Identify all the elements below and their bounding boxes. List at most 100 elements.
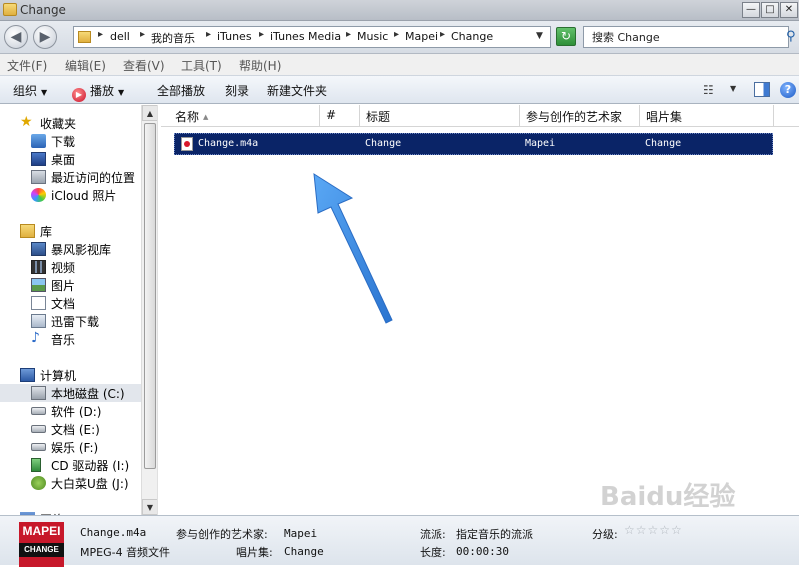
preview-pane-icon[interactable] <box>754 82 770 97</box>
column-name[interactable]: 名称 ▲ <box>161 105 320 127</box>
menu-help[interactable]: 帮助(H) <box>239 57 281 74</box>
back-button[interactable]: ◀ <box>4 25 28 49</box>
usb-drive-icon <box>31 476 46 490</box>
nav-item-drive-j[interactable]: 大白菜U盘 (J:) <box>0 474 141 492</box>
command-bar: 组织 ▼ ▶ 播放 ▼ 全部播放 刻录 新建文件夹 ☷ ▼ ? <box>0 75 799 104</box>
breadcrumb-itunes-media[interactable]: iTunes Media <box>270 30 341 43</box>
nav-item-icloud-photos[interactable]: iCloud 照片 <box>0 186 141 204</box>
chevron-right-icon[interactable]: ▸ <box>140 29 145 40</box>
detail-filetype: MPEG-4 音频文件 <box>80 546 171 559</box>
nav-label: 下载 <box>51 135 76 149</box>
play-all-button[interactable]: 全部播放 <box>157 82 205 99</box>
details-pane: MAPEI CHANGE Change.m4a MPEG-4 音频文件 参与创作… <box>0 515 799 567</box>
nav-label: 计算机 <box>40 369 77 383</box>
search-box[interactable]: ⚲ <box>583 26 796 48</box>
nav-item-xunlei[interactable]: 迅雷下载 <box>0 312 141 330</box>
chevron-right-icon[interactable]: ▸ <box>346 29 351 40</box>
nav-item-music[interactable]: ♪ 音乐 <box>0 330 141 348</box>
nav-computer[interactable]: 计算机 <box>0 366 141 384</box>
nav-scrollbar[interactable]: ▲ ▼ <box>141 105 158 515</box>
scroll-down-button[interactable]: ▼ <box>142 499 158 515</box>
chevron-right-icon[interactable]: ▸ <box>206 29 211 40</box>
menu-tools[interactable]: 工具(T) <box>181 57 222 74</box>
detail-filename: Change.m4a <box>80 526 147 539</box>
refresh-button[interactable]: ↻ <box>556 27 576 46</box>
column-title[interactable]: 标题 <box>360 105 520 127</box>
column-number[interactable]: # <box>320 105 360 127</box>
forward-button[interactable]: ▶ <box>33 25 57 49</box>
breadcrumb-mapei[interactable]: Mapei <box>405 30 438 43</box>
view-options-icon[interactable]: ☷ <box>703 83 719 97</box>
nav-item-drive-f[interactable]: 娱乐 (F:) <box>0 438 141 456</box>
column-label: 名称 <box>175 110 200 124</box>
nav-label: 暴风影视库 <box>51 243 112 257</box>
play-button[interactable]: ▶ 播放 ▼ <box>72 82 124 102</box>
nav-item-desktop[interactable]: 桌面 <box>0 150 141 168</box>
nav-item-downloads[interactable]: 下载 <box>0 132 141 150</box>
nav-item-recent[interactable]: 最近访问的位置 <box>0 168 141 186</box>
hard-drive-icon <box>31 443 46 451</box>
chevron-down-icon[interactable]: ▼ <box>536 31 543 41</box>
nav-item-documents[interactable]: 文档 <box>0 294 141 312</box>
chevron-down-icon[interactable]: ▼ <box>730 84 736 93</box>
breadcrumb-my-music[interactable]: 我的音乐 <box>151 30 195 46</box>
nav-label: 文档 <box>51 297 76 311</box>
title-bar: Change — □ ✕ <box>0 0 799 21</box>
scroll-thumb[interactable] <box>144 123 156 469</box>
search-input[interactable] <box>592 30 772 43</box>
column-album[interactable]: 唱片集 <box>640 105 774 127</box>
nav-item-baofeng[interactable]: 暴风影视库 <box>0 240 141 258</box>
nav-label: CD 驱动器 (I:) <box>51 459 130 473</box>
nav-item-drive-e[interactable]: 文档 (E:) <box>0 420 141 438</box>
detail-genre-value[interactable]: 指定音乐的流派 <box>456 526 533 542</box>
library-icon <box>20 224 35 238</box>
nav-item-videos[interactable]: 视频 <box>0 258 141 276</box>
chevron-right-icon[interactable]: ▸ <box>259 29 264 40</box>
nav-item-drive-c[interactable]: 本地磁盘 (C:) <box>0 384 141 402</box>
chevron-right-icon[interactable]: ▸ <box>440 29 445 40</box>
detail-rating-label: 分级: <box>592 528 618 541</box>
music-note-icon: ♪ <box>31 330 40 346</box>
nav-favorites[interactable]: ★ 收藏夹 <box>0 114 141 132</box>
album-art-title: MAPEI <box>22 524 61 538</box>
detail-artist-value[interactable]: Mapei <box>284 527 317 540</box>
address-bar[interactable]: ▸ dell ▸ 我的音乐 ▸ iTunes ▸ iTunes Media ▸ … <box>73 26 551 48</box>
nav-item-drive-d[interactable]: 软件 (D:) <box>0 402 141 420</box>
burn-button[interactable]: 刻录 <box>225 82 249 99</box>
album-art-subtitle: CHANGE <box>19 543 64 557</box>
menu-file[interactable]: 文件(F) <box>7 57 47 74</box>
menu-view[interactable]: 查看(V) <box>123 57 165 74</box>
computer-icon <box>20 368 35 382</box>
nav-label: 视频 <box>51 261 76 275</box>
search-icon[interactable]: ⚲ <box>786 29 799 45</box>
rating-stars[interactable]: ☆☆☆☆☆ <box>624 523 683 537</box>
chevron-down-icon: ▼ <box>41 88 48 97</box>
chevron-right-icon[interactable]: ▸ <box>394 29 399 40</box>
help-icon[interactable]: ? <box>780 82 796 98</box>
breadcrumb-change[interactable]: Change <box>451 30 493 43</box>
nav-libraries[interactable]: 库 <box>0 222 141 240</box>
breadcrumb-music[interactable]: Music <box>357 30 388 43</box>
minimize-button[interactable]: — <box>742 2 760 18</box>
maximize-button[interactable]: □ <box>761 2 779 18</box>
organize-button[interactable]: 组织 ▼ <box>13 82 47 99</box>
chevron-right-icon[interactable]: ▸ <box>98 29 103 40</box>
file-row[interactable]: Change.m4a Change Mapei Change <box>174 133 773 155</box>
detail-length-value: 00:00:30 <box>456 545 509 558</box>
scroll-up-button[interactable]: ▲ <box>142 105 158 121</box>
picture-icon <box>31 278 46 292</box>
hard-drive-icon <box>31 407 46 415</box>
menu-edit[interactable]: 编辑(E) <box>65 57 106 74</box>
star-icon: ★ <box>20 114 33 130</box>
nav-item-drive-i[interactable]: CD 驱动器 (I:) <box>0 456 141 474</box>
breadcrumb-itunes[interactable]: iTunes <box>217 30 252 43</box>
window-title: Change <box>20 3 66 17</box>
nav-item-pictures[interactable]: 图片 <box>0 276 141 294</box>
new-folder-button[interactable]: 新建文件夹 <box>267 82 327 99</box>
nav-label: 最近访问的位置 <box>51 171 136 185</box>
detail-album-value[interactable]: Change <box>284 545 324 558</box>
close-button[interactable]: ✕ <box>780 2 798 18</box>
download-folder-icon <box>31 314 46 328</box>
column-artist[interactable]: 参与创作的艺术家 <box>520 105 640 127</box>
breadcrumb-dell[interactable]: dell <box>110 30 130 43</box>
